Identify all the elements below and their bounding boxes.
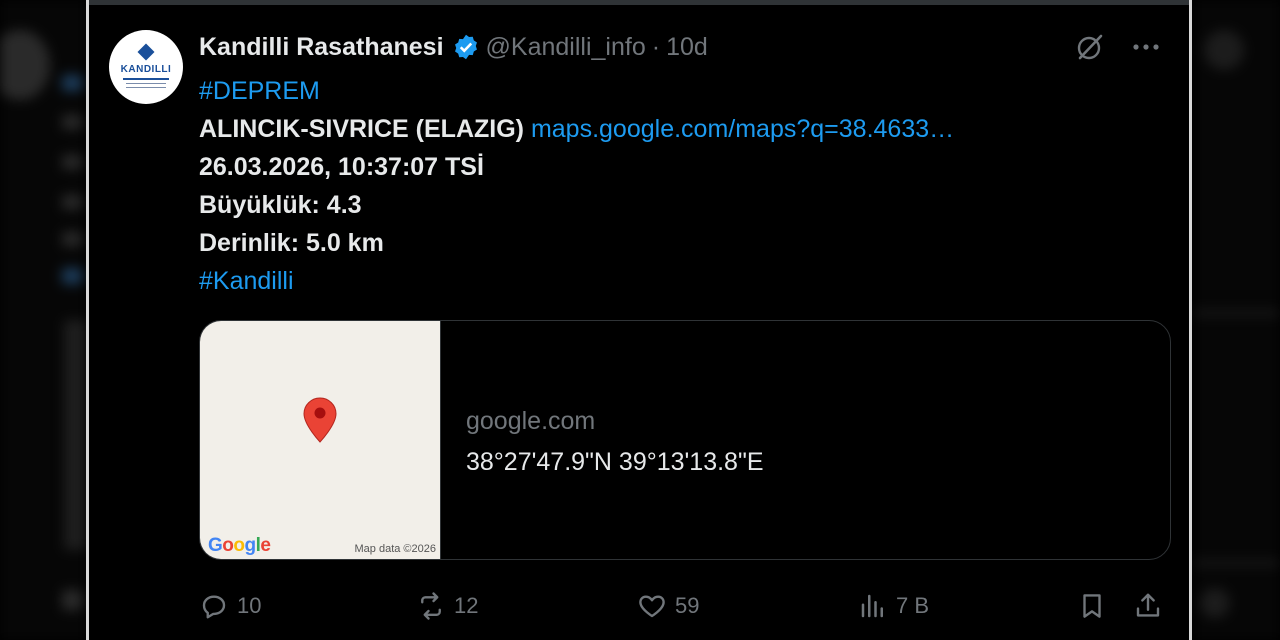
logo-line [126, 83, 166, 84]
like-icon [639, 595, 665, 618]
magnitude-text: Büyüklük: 4.3 [199, 191, 362, 219]
depth-text: Derinlik: 5.0 km [199, 229, 384, 257]
datetime-text: 26.03.2026, 10:37:07 TSİ [199, 153, 484, 181]
blurred-divider [1194, 560, 1280, 566]
map-data-attribution: Map data ©2026 [354, 543, 437, 555]
blurred-text [62, 75, 82, 91]
separator-dot: · [651, 32, 661, 61]
blurred-divider [1194, 310, 1280, 316]
background-right [1194, 0, 1280, 640]
more-button[interactable] [1129, 30, 1163, 64]
repost-button[interactable]: 12 [416, 591, 637, 621]
author-handle[interactable]: @Kandilli_info [486, 33, 646, 62]
hashtag-deprem[interactable]: #DEPREM [199, 77, 320, 105]
tweet-time[interactable]: 10d [666, 33, 708, 62]
reply-icon [202, 595, 226, 619]
like-count: 59 [675, 593, 700, 618]
like-button[interactable]: 59 [637, 591, 858, 621]
verified-badge-icon [454, 34, 477, 60]
views-button[interactable]: 7 B [858, 591, 1077, 621]
reply-count: 10 [237, 593, 262, 618]
blurred-icon [62, 590, 82, 610]
tweet-header: Kandilli Rasathanesi @Kandilli_info · 10… [199, 31, 708, 63]
card-info: google.com 38°27'47.9"N 39°13'13.8"E [466, 407, 764, 477]
reply-button[interactable]: 10 [199, 591, 416, 621]
hashtag-kandilli[interactable]: #Kandilli [199, 267, 294, 295]
maps-link[interactable]: maps.google.com/maps?q=38.4633… [531, 115, 954, 143]
avatar[interactable]: KANDILLI [109, 30, 183, 104]
author-name[interactable]: Kandilli Rasathanesi [199, 33, 444, 62]
avatar-logo-text: KANDILLI [120, 64, 172, 75]
logo-line [123, 78, 169, 80]
blurred-text [62, 232, 82, 246]
map-pin-icon [303, 397, 337, 443]
repost-count: 12 [454, 593, 479, 618]
tweet-text: #DEPREM ALINCIK-SIVRICE (ELAZIG) maps.go… [199, 72, 954, 300]
repost-icon [421, 592, 441, 620]
card-title: 38°27'47.9"N 39°13'13.8"E [466, 448, 764, 476]
blurred-avatar [0, 30, 50, 100]
map-thumbnail[interactable]: Google Map data ©2026 [200, 321, 441, 559]
background-left [0, 0, 86, 640]
blurred-text [62, 155, 82, 169]
location-text: ALINCIK-SIVRICE (ELAZIG) [199, 115, 524, 143]
share-icon[interactable] [1133, 591, 1163, 621]
logo-mark-icon [137, 43, 155, 61]
blurred-text [62, 268, 82, 284]
grok-icon [1077, 34, 1103, 60]
tweet-actions: 10 12 59 7 B [199, 586, 1163, 626]
right-actions [1077, 591, 1163, 621]
blurred-icon [1204, 30, 1244, 70]
blurred-icon [1200, 588, 1230, 618]
tweet-top-actions [1073, 30, 1163, 64]
more-icon [1133, 44, 1159, 50]
blurred-card [64, 320, 86, 550]
tweet-frame: KANDILLI Kandilli Rasathanesi @Kandilli_… [86, 0, 1192, 640]
link-card[interactable]: Google Map data ©2026 google.com 38°27'4… [199, 320, 1171, 560]
views-count: 7 B [896, 593, 930, 618]
grok-button[interactable] [1073, 30, 1107, 64]
card-domain: google.com [466, 407, 596, 435]
top-divider [89, 0, 1189, 5]
blurred-text [62, 115, 82, 129]
views-icon [861, 594, 884, 618]
blurred-text [62, 195, 82, 209]
google-logo: Google [208, 535, 271, 556]
bookmark-icon[interactable] [1077, 591, 1107, 621]
logo-line [126, 87, 166, 88]
